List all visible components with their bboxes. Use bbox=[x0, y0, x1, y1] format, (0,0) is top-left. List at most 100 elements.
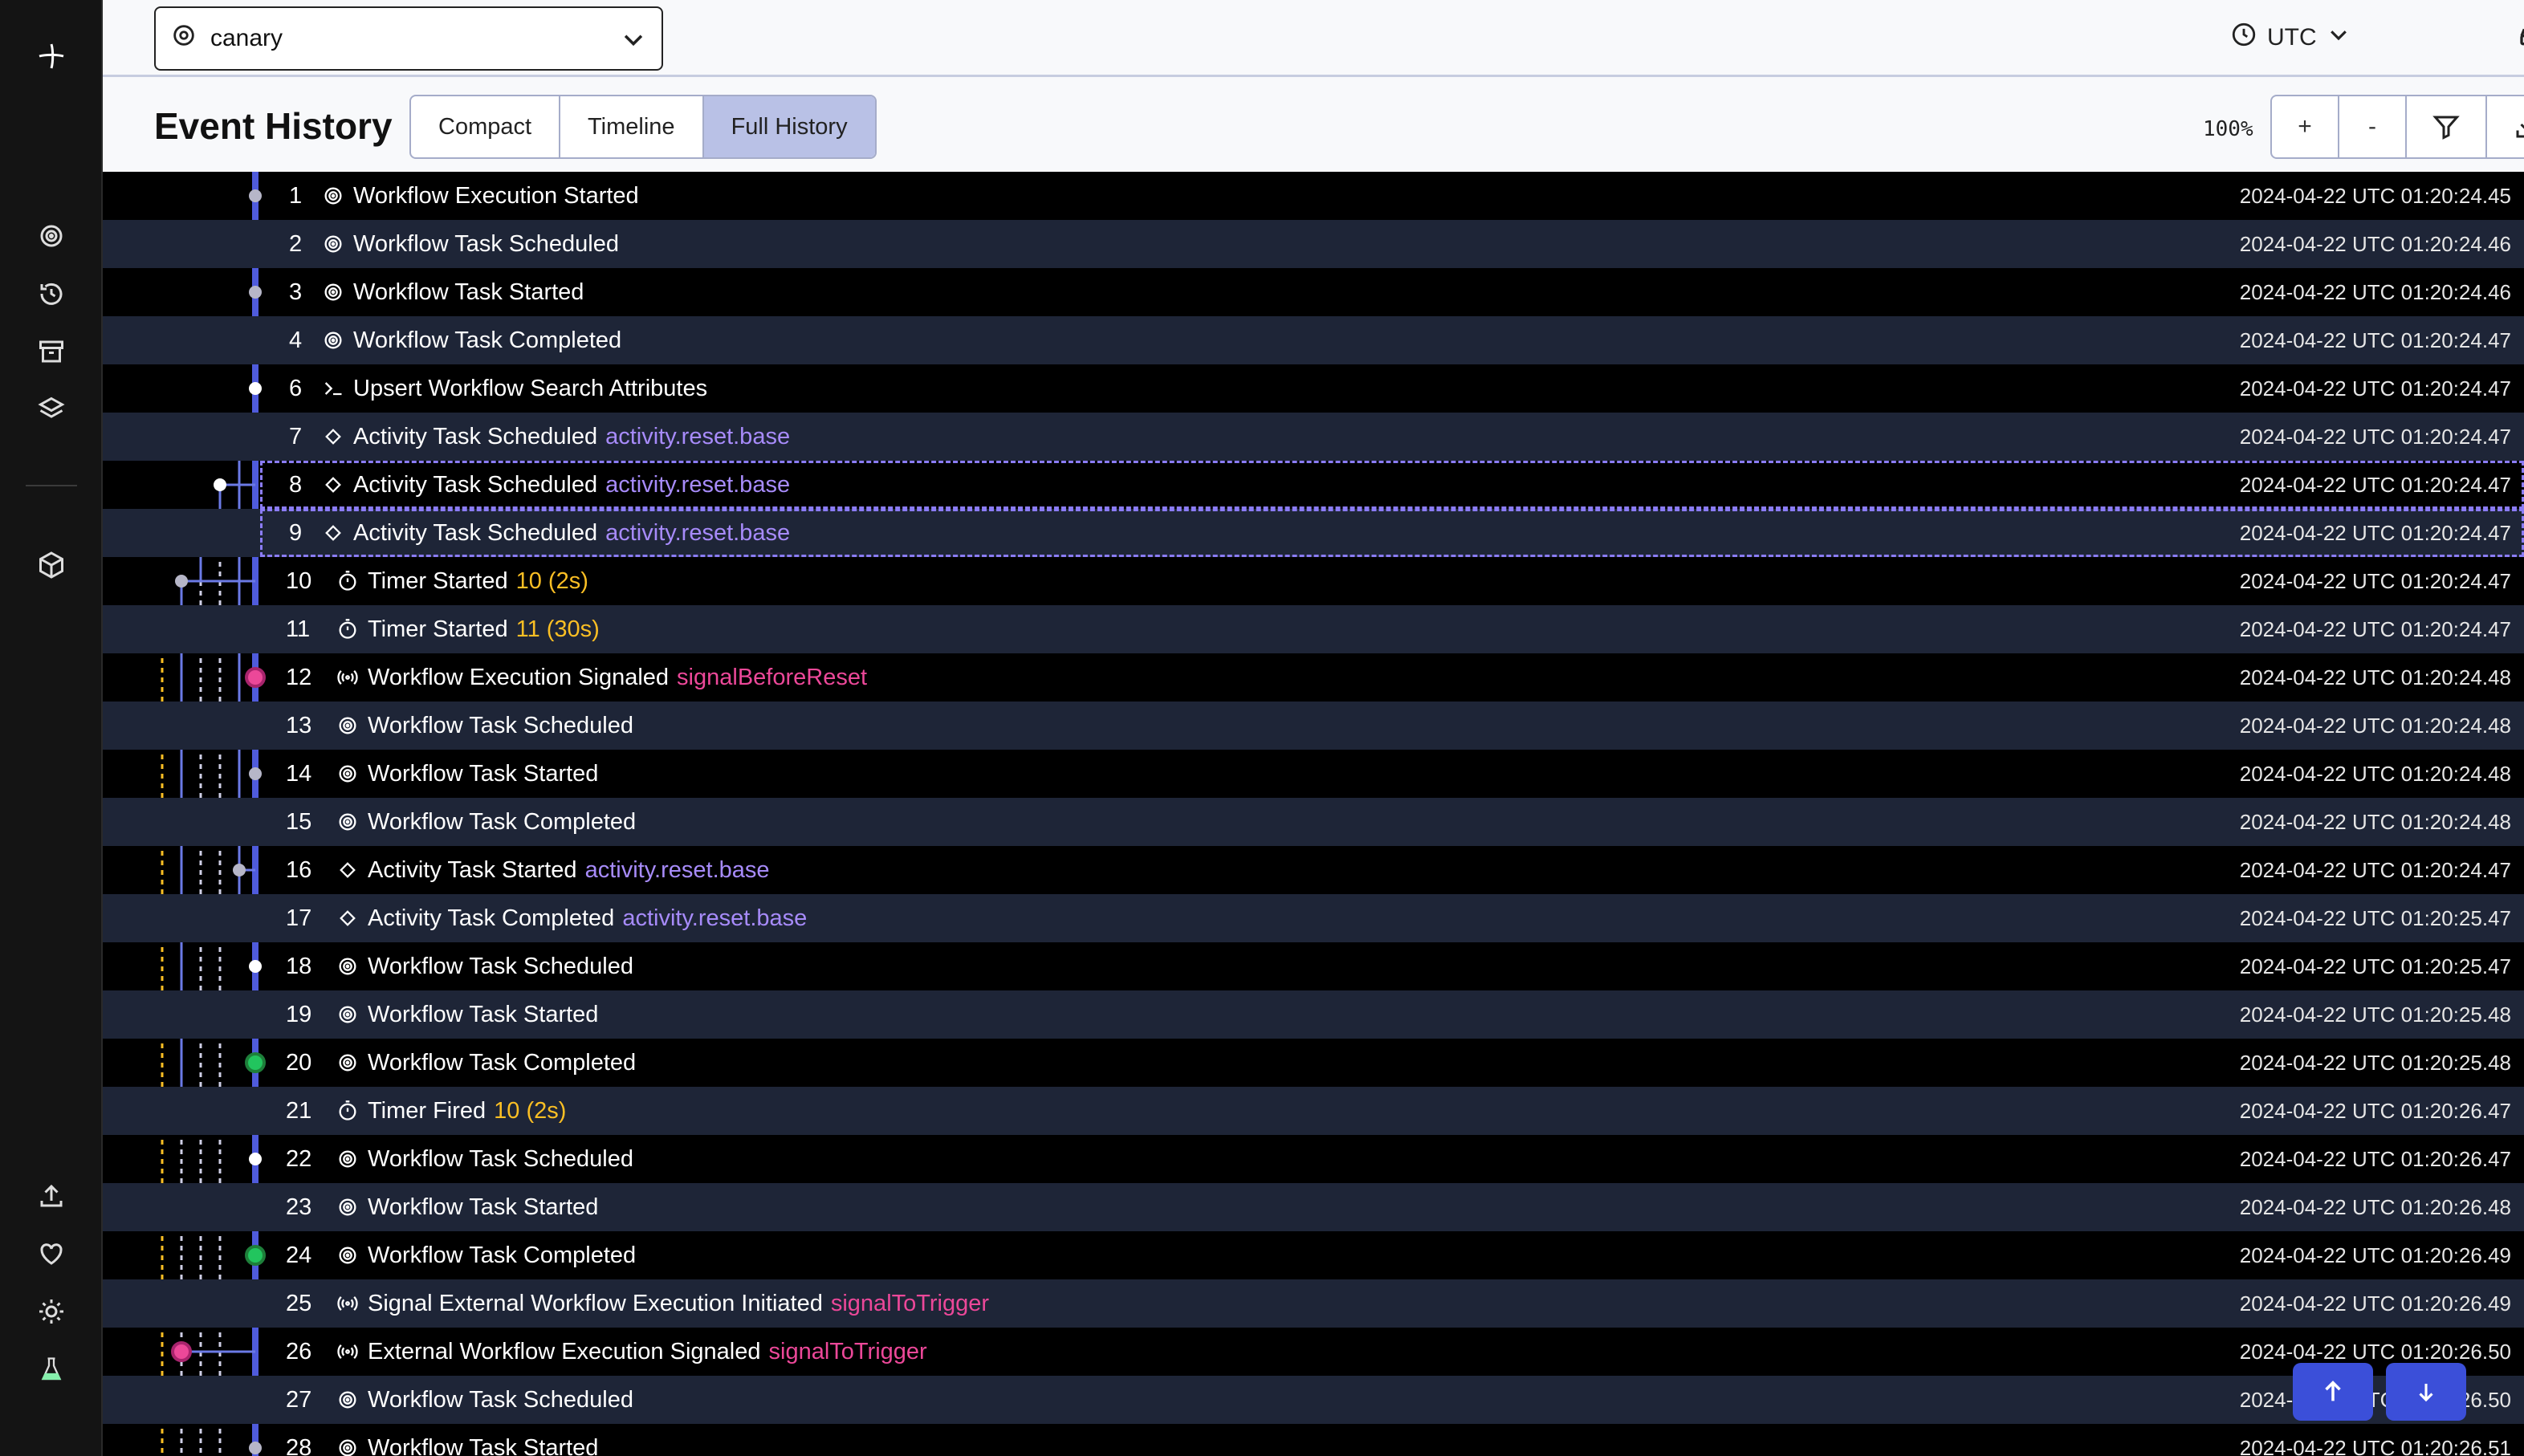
namespace-select[interactable]: canary bbox=[154, 6, 663, 71]
heart-icon[interactable] bbox=[32, 1234, 71, 1273]
event-tag[interactable]: signalBeforeReset bbox=[677, 665, 867, 691]
event-row[interactable]: 26 External Workflow Execution Signaled si… bbox=[103, 1328, 2524, 1376]
signal-icon bbox=[336, 1340, 360, 1364]
event-type: Activity Task Scheduled bbox=[353, 423, 598, 449]
timezone-label: UTC bbox=[2267, 24, 2317, 51]
activity-icon bbox=[321, 473, 345, 497]
event-tag[interactable]: activity.reset.base bbox=[605, 424, 790, 450]
event-id: 7 bbox=[289, 423, 303, 449]
event-label: Workflow Task Completed bbox=[336, 1242, 636, 1269]
event-row[interactable]: 2 Workflow Task Scheduled 2024-04-22 UTC 0… bbox=[103, 220, 2524, 268]
event-row[interactable]: 16 Activity Task Started activity.reset.ba… bbox=[103, 846, 2524, 894]
event-timestamp: 2024-04-22 UTC 01:20:24.48 bbox=[2239, 809, 2511, 834]
zoom-out-button[interactable]: - bbox=[2339, 96, 2407, 157]
sun-icon[interactable] bbox=[32, 1292, 71, 1331]
event-tag[interactable]: 10 (2s) bbox=[516, 568, 588, 595]
event-tag[interactable]: activity.reset.base bbox=[605, 472, 790, 498]
workflow-icon bbox=[336, 1003, 360, 1027]
event-label: Upsert Workflow Search Attributes bbox=[321, 376, 707, 402]
event-timestamp: 2024-04-22 UTC 01:20:25.48 bbox=[2239, 1050, 2511, 1075]
event-row[interactable]: 25 Signal External Workflow Execution Ini… bbox=[103, 1279, 2524, 1328]
event-id: 22 bbox=[286, 1145, 312, 1172]
zoom-level: 100% bbox=[2203, 117, 2253, 141]
data-encoder-glasses-icon[interactable] bbox=[2518, 22, 2524, 59]
event-type: Workflow Task Started bbox=[353, 279, 584, 305]
event-row[interactable]: 6 Upsert Workflow Search Attributes 2024-0… bbox=[103, 364, 2524, 413]
event-row[interactable]: 9 Activity Task Scheduled activity.reset.b… bbox=[103, 509, 2524, 557]
event-type: Workflow Task Completed bbox=[368, 808, 637, 835]
event-history-list: 1 Workflow Execution Started 2024-04-22 UT… bbox=[103, 172, 2524, 1456]
event-tag[interactable]: activity.reset.base bbox=[585, 857, 770, 884]
workflow-icon bbox=[321, 328, 345, 352]
event-row[interactable]: 11 Timer Started 11 (30s) 2024-04-22 UTC 01… bbox=[103, 605, 2524, 653]
scroll-top-button[interactable] bbox=[2293, 1363, 2373, 1421]
event-type: Upsert Workflow Search Attributes bbox=[353, 375, 708, 401]
top-bar: canary UTC bbox=[103, 0, 2524, 77]
event-type: Workflow Task Scheduled bbox=[353, 230, 619, 257]
event-type: Workflow Task Scheduled bbox=[368, 712, 633, 738]
event-id: 12 bbox=[286, 664, 312, 690]
event-row[interactable]: 18 Workflow Task Scheduled 2024-04-22 UTC … bbox=[103, 942, 2524, 990]
tab-compact[interactable]: Compact bbox=[411, 96, 561, 157]
event-row[interactable]: 3 Workflow Task Started 2024-04-22 UTC 01:… bbox=[103, 268, 2524, 316]
event-timestamp: 2024-04-22 UTC 01:20:26.48 bbox=[2239, 1194, 2511, 1219]
workflow-icon bbox=[321, 280, 345, 304]
event-row[interactable]: 4 Workflow Task Completed 2024-04-22 UTC 0… bbox=[103, 316, 2524, 364]
event-row[interactable]: 22 Workflow Task Scheduled 2024-04-22 UTC … bbox=[103, 1135, 2524, 1183]
filter-button[interactable] bbox=[2407, 96, 2487, 157]
event-row[interactable]: 1 Workflow Execution Started 2024-04-22 UT… bbox=[103, 172, 2524, 220]
flask-icon[interactable] bbox=[32, 1350, 71, 1389]
event-row[interactable]: 12 Workflow Execution Signaled signalBefor… bbox=[103, 653, 2524, 702]
event-row[interactable]: 19 Workflow Task Started 2024-04-22 UTC 01… bbox=[103, 990, 2524, 1039]
event-tag[interactable]: signalToTrigger bbox=[831, 1291, 989, 1317]
schedules-icon[interactable] bbox=[32, 275, 71, 313]
scroll-bottom-button[interactable] bbox=[2386, 1363, 2466, 1421]
event-row[interactable]: 28 Workflow Task Started 2024-04-22 UTC 01… bbox=[103, 1424, 2524, 1456]
sidebar bbox=[0, 0, 103, 1456]
event-tag[interactable]: activity.reset.base bbox=[622, 905, 807, 932]
event-tag[interactable]: signalToTrigger bbox=[769, 1339, 927, 1365]
archive-icon[interactable] bbox=[32, 332, 71, 371]
event-type: External Workflow Execution Signaled bbox=[368, 1338, 761, 1364]
namespace-box-icon[interactable] bbox=[32, 546, 71, 584]
event-history-header: Event History Compact Timeline Full Hist… bbox=[103, 77, 2524, 172]
event-row[interactable]: 24 Workflow Task Completed 2024-04-22 UTC … bbox=[103, 1231, 2524, 1279]
view-tabs: Compact Timeline Full History bbox=[409, 95, 877, 159]
event-row[interactable]: 7 Activity Task Scheduled activity.reset.b… bbox=[103, 413, 2524, 461]
tab-full-history[interactable]: Full History bbox=[703, 96, 875, 157]
event-row[interactable]: 14 Workflow Task Started 2024-04-22 UTC 01… bbox=[103, 750, 2524, 798]
timezone-select[interactable]: UTC bbox=[2230, 21, 2351, 55]
event-type: Workflow Task Scheduled bbox=[368, 1386, 633, 1413]
event-label: Activity Task Completed activity.reset.ba… bbox=[336, 905, 807, 932]
event-row[interactable]: 15 Workflow Task Completed 2024-04-22 UTC … bbox=[103, 798, 2524, 846]
event-label: Workflow Task Completed bbox=[336, 809, 636, 836]
layers-icon[interactable] bbox=[32, 390, 71, 429]
event-label: Workflow Execution Signaled signalBeforeR… bbox=[336, 665, 867, 691]
event-label: Signal External Workflow Execution Initi… bbox=[336, 1291, 989, 1317]
workflows-icon[interactable] bbox=[32, 217, 71, 255]
chevron-down-icon bbox=[620, 26, 647, 59]
event-type: Workflow Execution Started bbox=[353, 182, 639, 209]
temporal-logo-icon[interactable] bbox=[32, 37, 71, 75]
event-timestamp: 2024-04-22 UTC 01:20:24.47 bbox=[2239, 568, 2511, 593]
event-tag[interactable]: 10 (2s) bbox=[494, 1098, 566, 1125]
event-tag[interactable]: 11 (30s) bbox=[516, 616, 600, 643]
event-row[interactable]: 21 Timer Fired 10 (2s) 2024-04-22 UTC 01:20… bbox=[103, 1087, 2524, 1135]
event-row[interactable]: 10 Timer Started 10 (2s) 2024-04-22 UTC 01:… bbox=[103, 557, 2524, 605]
event-type: Activity Task Started bbox=[368, 856, 577, 883]
event-type: Workflow Task Completed bbox=[368, 1049, 637, 1076]
event-row[interactable]: 8 Activity Task Scheduled activity.reset.b… bbox=[103, 461, 2524, 509]
zoom-in-button[interactable]: + bbox=[2272, 96, 2339, 157]
upload-icon[interactable] bbox=[32, 1177, 71, 1215]
event-row[interactable]: 27 Workflow Task Scheduled 2024-04-22 UTC … bbox=[103, 1376, 2524, 1424]
event-tag[interactable]: activity.reset.base bbox=[605, 520, 790, 547]
event-row[interactable]: 13 Workflow Task Scheduled 2024-04-22 UTC … bbox=[103, 702, 2524, 750]
download-icon bbox=[2516, 123, 2524, 138]
download-button[interactable] bbox=[2487, 96, 2524, 157]
event-row[interactable]: 23 Workflow Task Started 2024-04-22 UTC 01… bbox=[103, 1183, 2524, 1231]
signal-icon bbox=[336, 665, 360, 689]
event-timestamp: 2024-04-22 UTC 01:20:24.47 bbox=[2239, 472, 2511, 497]
event-row[interactable]: 17 Activity Task Completed activity.reset.… bbox=[103, 894, 2524, 942]
tab-timeline[interactable]: Timeline bbox=[560, 96, 704, 157]
event-row[interactable]: 20 Workflow Task Completed 2024-04-22 UTC … bbox=[103, 1039, 2524, 1087]
